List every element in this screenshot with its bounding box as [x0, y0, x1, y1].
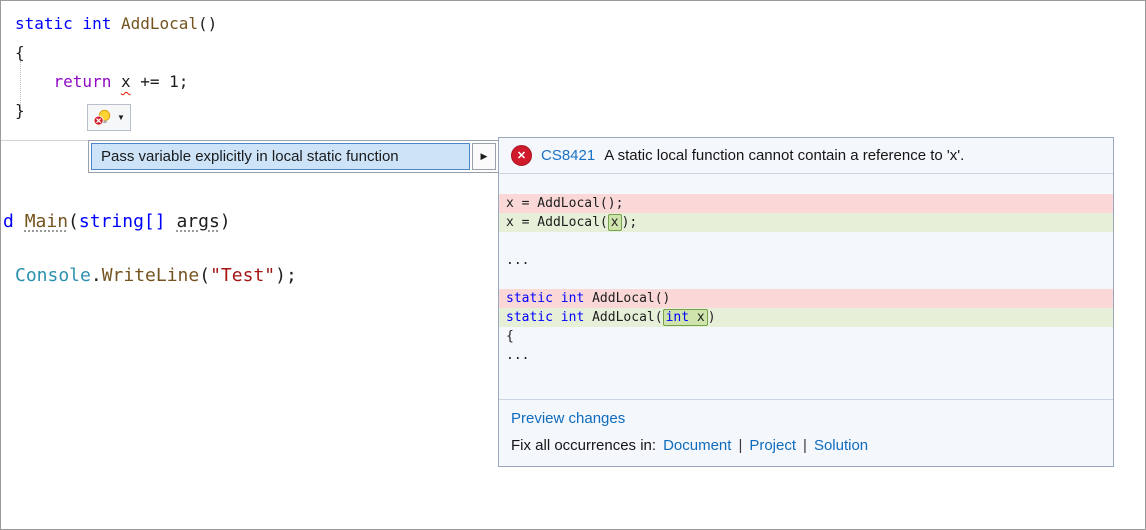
link-separator: |	[803, 437, 807, 454]
error-icon: ✕	[511, 145, 532, 166]
chevron-right-icon: ▶	[481, 151, 488, 162]
diff-ellipsis-line: ...	[499, 346, 1113, 365]
code-token: AddLocal(	[584, 310, 662, 325]
code-line-2[interactable]: {	[15, 38, 217, 67]
method-name-token: WriteLine	[102, 265, 200, 286]
punctuation-token: ()	[198, 14, 217, 33]
punctuation-token: (	[68, 211, 79, 232]
code-line-main-signature[interactable]: d Main(string[] args)	[3, 209, 231, 235]
class-name-token: Console	[15, 265, 91, 286]
fix-scope-document-link[interactable]: Document	[663, 437, 731, 454]
diff-added-line: x = AddLocal(x);	[499, 213, 1113, 232]
diff-code-line: {	[499, 327, 1113, 346]
return-keyword-token: return	[54, 72, 121, 91]
chevron-down-icon: ▼	[117, 114, 125, 122]
code-line-1[interactable]: static int AddLocal()	[15, 9, 217, 38]
lightbulb-error-icon	[93, 109, 113, 127]
punctuation-token: (	[199, 265, 210, 286]
preview-changes-link[interactable]: Preview changes	[511, 410, 625, 427]
type-keyword-token: string[]	[79, 211, 166, 232]
keyword-token: static int	[15, 14, 121, 33]
diff-added-line: static int AddLocal(int x)	[499, 308, 1113, 327]
inserted-code-box: int x	[663, 309, 708, 326]
vs-editor-window: static int AddLocal() { return x += 1; }…	[0, 0, 1146, 530]
diff-blank-line	[499, 270, 1113, 289]
string-literal-token: "Test"	[210, 265, 275, 286]
diff-removed-line: x = AddLocal();	[499, 194, 1113, 213]
fix-all-label: Fix all occurrences in:	[511, 437, 656, 454]
parameter-token: args	[176, 211, 219, 232]
keyword-token: d	[3, 211, 25, 232]
inserted-code-box: x	[608, 214, 622, 231]
error-message: A static local function cannot contain a…	[604, 147, 964, 164]
punctuation-token: .	[91, 265, 102, 286]
error-variable-token: x	[121, 72, 131, 91]
keyword-token: int	[666, 310, 689, 325]
diff-preview: x = AddLocal(); x = AddLocal(x); ... sta…	[499, 174, 1113, 399]
diff-blank-line	[499, 232, 1113, 251]
error-icon-glyph: ✕	[517, 149, 526, 162]
submenu-expand-button[interactable]: ▶	[472, 143, 496, 170]
keyword-token: static int	[506, 291, 584, 306]
code-token: )	[708, 310, 716, 325]
diff-ellipsis-line: ...	[499, 251, 1113, 270]
quick-actions-lightbulb-button[interactable]: ▼	[87, 104, 131, 131]
punctuation-token: )	[220, 211, 231, 232]
fix-scope-project-link[interactable]: Project	[749, 437, 796, 454]
error-code[interactable]: CS8421	[541, 147, 595, 164]
error-preview-popup: ✕ CS8421 A static local function cannot …	[498, 137, 1114, 467]
error-popup-header: ✕ CS8421 A static local function cannot …	[499, 138, 1113, 174]
link-separator: |	[738, 437, 742, 454]
space-token	[166, 211, 177, 232]
code-token: x	[611, 215, 619, 230]
quick-actions-menu: Pass variable explicitly in local static…	[88, 140, 499, 173]
error-popup-footer: Preview changes Fix all occurrences in: …	[499, 399, 1113, 466]
method-name-token: AddLocal	[121, 14, 198, 33]
code-line-3[interactable]: return x += 1;	[15, 67, 217, 96]
code-token: x	[689, 310, 705, 325]
code-token: AddLocal()	[584, 291, 670, 306]
code-token: );	[622, 215, 638, 230]
menu-item-pass-variable-explicitly[interactable]: Pass variable explicitly in local static…	[91, 143, 470, 170]
indent-guide	[20, 61, 21, 105]
expression-token: += 1;	[131, 72, 189, 91]
punctuation-token: );	[275, 265, 297, 286]
keyword-token: static int	[506, 310, 584, 325]
fix-all-row: Fix all occurrences in: Document | Proje…	[511, 437, 1101, 454]
code-line-console[interactable]: Console.WriteLine("Test");	[15, 263, 297, 289]
diff-removed-line: static int AddLocal()	[499, 289, 1113, 308]
code-token: x = AddLocal(	[506, 215, 608, 230]
fix-scope-solution-link[interactable]: Solution	[814, 437, 868, 454]
method-name-token: Main	[25, 211, 68, 232]
